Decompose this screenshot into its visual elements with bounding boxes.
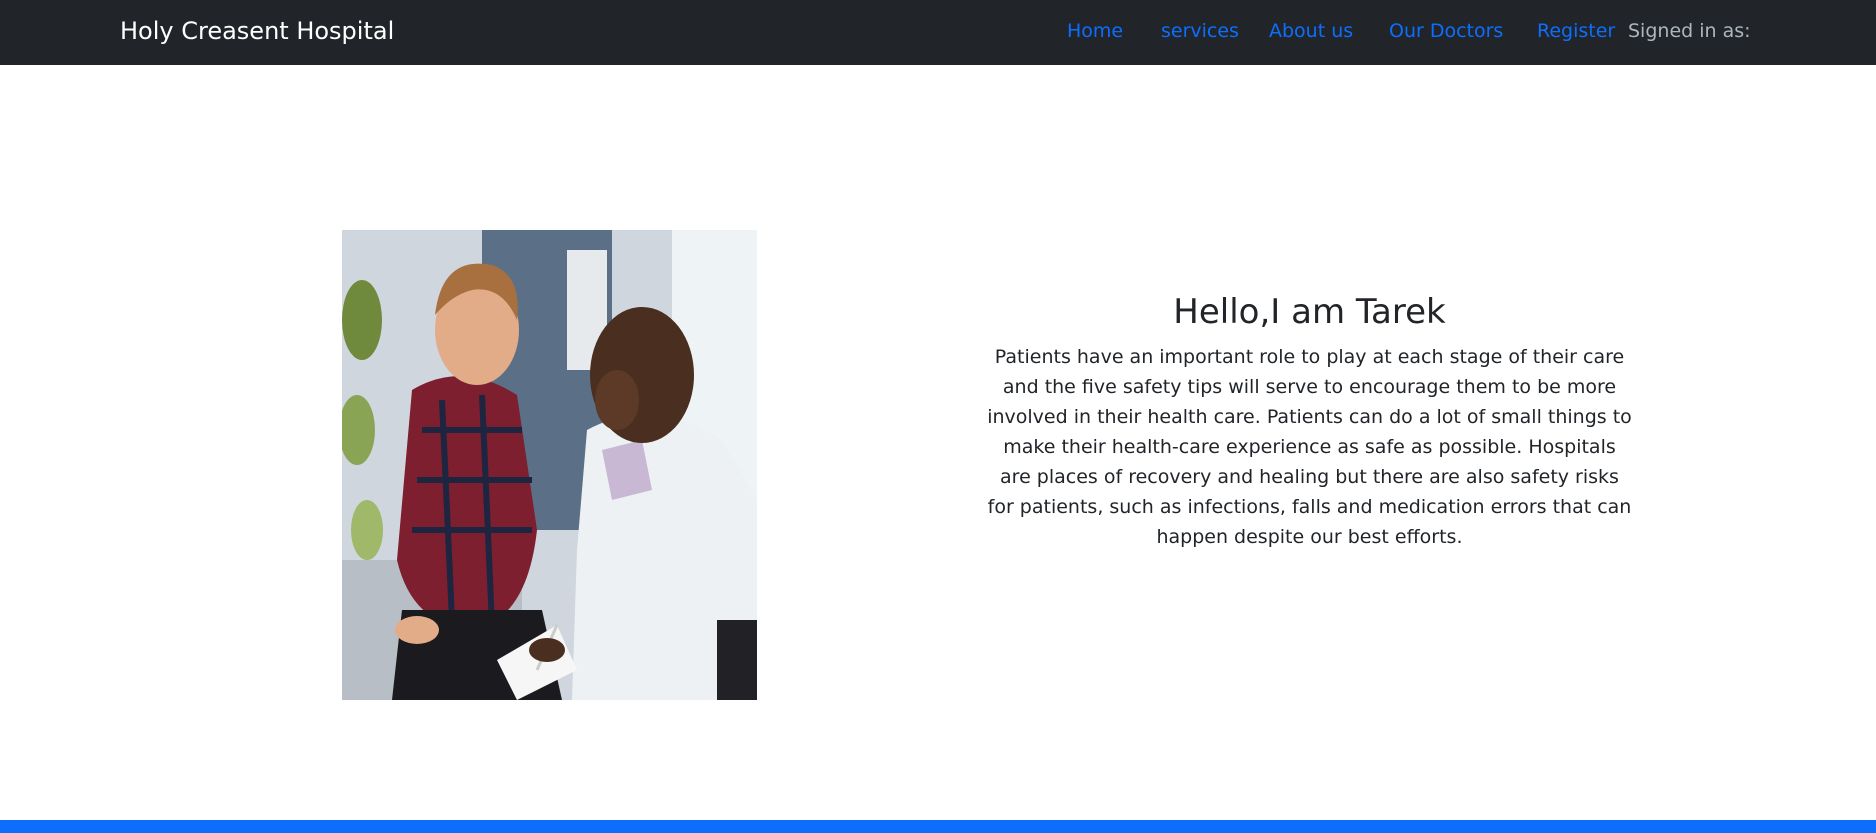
- brand-link[interactable]: Holy Creasent Hospital: [120, 0, 394, 65]
- nav-link-about-us[interactable]: About us: [1269, 0, 1353, 65]
- doctor-patient-image: [342, 230, 757, 700]
- footer-bar: [0, 820, 1876, 833]
- nav-link-our-doctors[interactable]: Our Doctors: [1389, 0, 1503, 65]
- nav-link-register[interactable]: Register: [1537, 0, 1615, 65]
- nav-link-services[interactable]: services: [1161, 0, 1239, 65]
- doctor-patient-illustration: [342, 230, 757, 700]
- hero-paragraph: Patients have an important role to play …: [987, 346, 1632, 548]
- signed-in-text: Signed in as:: [1628, 20, 1751, 42]
- nav-link-home[interactable]: Home: [1067, 0, 1123, 65]
- hero-title: Hello,I am Tarek: [1173, 292, 1446, 332]
- hero-text-block: Hello,I am Tarek Patients have an import…: [987, 288, 1632, 552]
- top-navbar: Holy Creasent Hospital Home services Abo…: [0, 0, 1876, 65]
